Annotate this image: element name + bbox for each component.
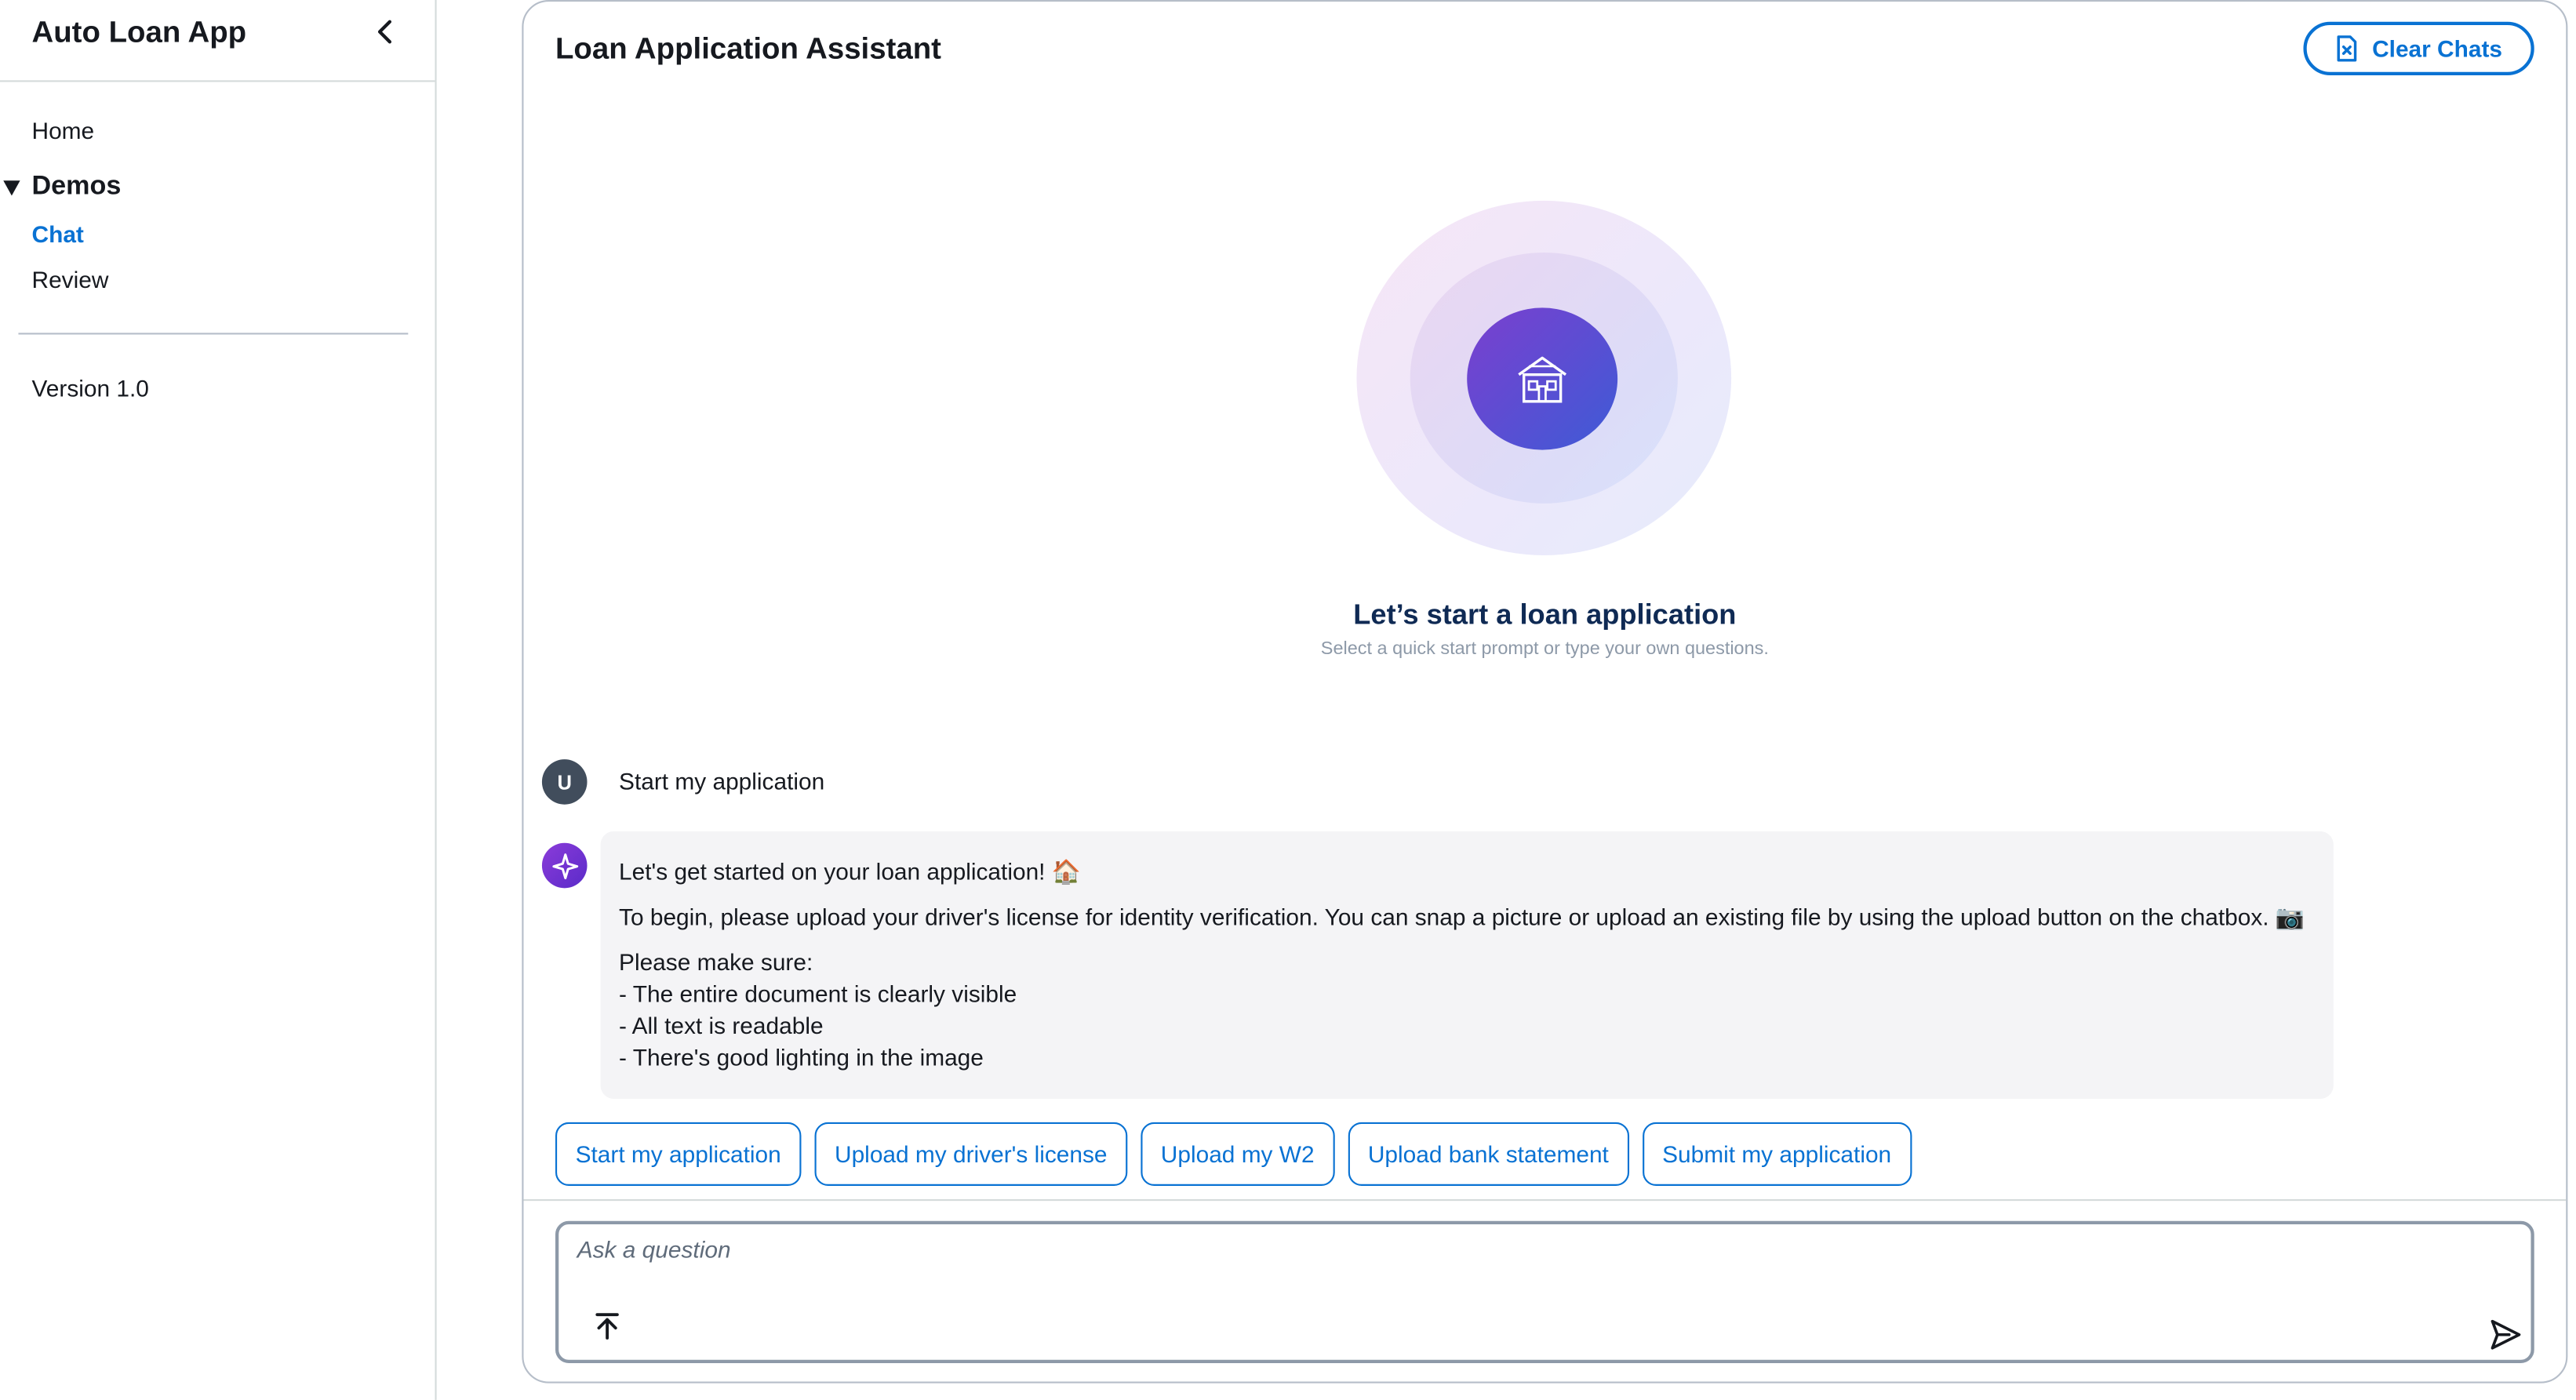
prompt-upload-drivers-license-button[interactable]: Upload my driver's license	[814, 1122, 1128, 1186]
upload-icon	[595, 1313, 619, 1340]
sidebar-item-review[interactable]: Review	[32, 266, 109, 293]
assistant-line: To begin, please upload your driver's li…	[619, 903, 2305, 930]
quick-prompts: Start my application Upload my driver's …	[555, 1122, 1912, 1186]
sidebar-item-chat[interactable]: Chat	[32, 220, 84, 247]
sidebar-divider	[18, 333, 409, 335]
sidebar-item-home[interactable]: Home	[32, 117, 95, 144]
question-input-placeholder: Ask a question	[577, 1235, 731, 1264]
send-button[interactable]	[2489, 1318, 2523, 1351]
clear-chats-button[interactable]: Clear Chats	[2303, 21, 2534, 75]
sidebar: Auto Loan App Home Demos Chat Review Ver…	[0, 0, 437, 1400]
version-label: Version 1.0	[31, 374, 149, 402]
assistant-line: - There's good lighting in the image	[619, 1043, 984, 1071]
hero-subtitle: Select a quick start prompt or type your…	[1320, 638, 1769, 660]
prompt-submit-application-button[interactable]: Submit my application	[1642, 1122, 1912, 1186]
sidebar-group-demos[interactable]: Demos	[3, 173, 121, 202]
upload-button[interactable]	[592, 1311, 622, 1341]
panel-title: Loan Application Assistant	[555, 31, 941, 66]
sidebar-group-label: Demos	[31, 172, 122, 201]
assistant-line: - The entire document is clearly visible	[619, 980, 1017, 1007]
hero-title: Let’s start a loan application	[1353, 598, 1737, 631]
assistant-line: - All text is readable	[619, 1012, 824, 1039]
user-avatar: U	[541, 759, 588, 805]
app-title: Auto Loan App	[31, 15, 247, 49]
chevron-left-icon	[377, 20, 392, 44]
assistant-line: Let's get started on your loan applicati…	[619, 857, 1081, 885]
collapse-sidebar-button[interactable]	[371, 16, 401, 46]
user-message: Start my application	[619, 767, 825, 795]
hero-ring-core	[1467, 307, 1618, 450]
prompt-upload-w2-button[interactable]: Upload my W2	[1141, 1122, 1335, 1186]
hero-graphic	[1356, 200, 1732, 555]
question-input[interactable]: Ask a question	[555, 1220, 2534, 1363]
chat-panel: Loan Application Assistant Clear Chats L…	[522, 0, 2568, 1384]
clear-file-icon	[2337, 35, 2357, 62]
clear-chats-label: Clear Chats	[2372, 35, 2503, 62]
prompt-upload-bank-statement-button[interactable]: Upload bank statement	[1348, 1122, 1629, 1186]
assistant-line: Please make sure:	[619, 948, 813, 976]
sparkle-icon	[551, 853, 578, 878]
sidebar-header: Auto Loan App	[0, 0, 435, 82]
input-divider	[523, 1199, 2567, 1202]
assistant-message: Let's get started on your loan applicati…	[600, 831, 2334, 1100]
assistant-avatar	[541, 842, 588, 889]
prompt-start-application-button[interactable]: Start my application	[555, 1122, 802, 1186]
caret-down-icon	[3, 180, 20, 195]
send-icon	[2490, 1319, 2521, 1350]
house-icon	[1518, 355, 1567, 402]
